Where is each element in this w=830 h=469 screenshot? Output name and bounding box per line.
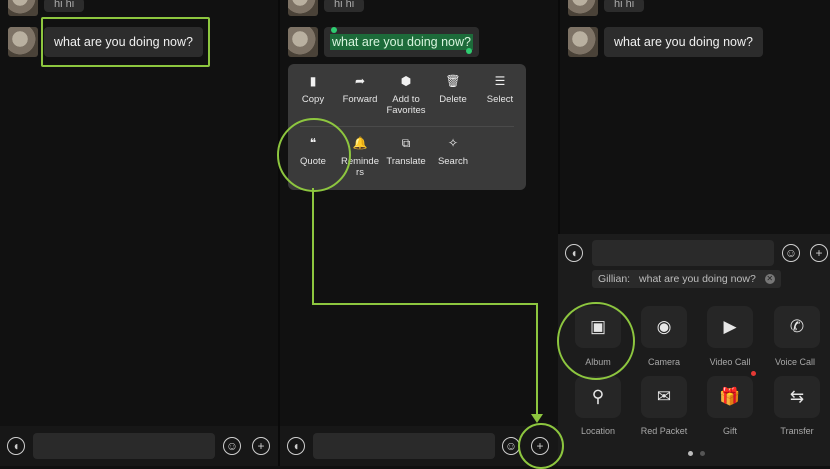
translate-icon: ⧉ xyxy=(401,136,411,150)
forward-icon: ➦ xyxy=(354,74,366,88)
red-packet-label: Red Packet xyxy=(640,426,688,436)
message-bubble-selected[interactable]: what are you doing now? xyxy=(324,27,479,57)
transfer-label: Transfer xyxy=(780,426,814,436)
menu-item-forward[interactable]: ➦ Forward xyxy=(336,74,384,105)
avatar[interactable] xyxy=(568,27,598,57)
emoji-icon[interactable]: ☺ xyxy=(782,244,800,262)
voice-icon[interactable]: ◖ xyxy=(287,437,305,455)
transfer-button[interactable]: ⇆ xyxy=(774,376,820,418)
plus-icon[interactable]: + xyxy=(252,437,270,455)
avatar[interactable] xyxy=(288,27,318,57)
video-call-label: Video Call xyxy=(709,357,751,367)
trash-icon: 🗑 xyxy=(445,74,461,88)
menu-item-delete[interactable]: 🗑 Delete xyxy=(429,74,477,105)
avatar[interactable] xyxy=(8,0,38,16)
location-pin-icon: ⚲ xyxy=(591,387,605,406)
selection-handle-end[interactable] xyxy=(466,48,472,54)
message-bubble[interactable]: what are you doing now? xyxy=(604,27,763,57)
menu-item-select[interactable]: ☰ Select xyxy=(476,74,524,105)
menu-item-add-to-favorites[interactable]: ⬢ Add to Favorites xyxy=(382,74,430,116)
camera-icon: ◉ xyxy=(656,317,672,336)
message-bubble-partial[interactable]: hi hi xyxy=(324,0,365,12)
message-input[interactable] xyxy=(33,433,215,459)
video-call-icon: ▶ xyxy=(723,317,737,336)
camera-button[interactable]: ◉ xyxy=(641,306,687,348)
voice-icon[interactable]: ◖ xyxy=(565,244,583,262)
close-quote-icon[interactable]: ✕ xyxy=(764,274,775,285)
red-packet-button[interactable]: ✉ xyxy=(641,376,687,418)
page-indicator-active[interactable] xyxy=(688,451,693,456)
voice-call-button[interactable]: ✆ xyxy=(774,306,820,348)
quote-sender: Gillian: xyxy=(598,273,631,285)
favorites-cube-icon: ⬢ xyxy=(400,74,412,88)
chat-panel-1: hi hi what are you doing now? ◖ ☺ + xyxy=(0,0,278,466)
message-bubble-partial[interactable]: hi hi xyxy=(604,0,645,12)
avatar[interactable] xyxy=(568,0,598,16)
phone-icon: ✆ xyxy=(789,317,805,336)
gift-icon: 🎁 xyxy=(719,387,741,406)
highlight-circle-album xyxy=(557,302,635,380)
avatar[interactable] xyxy=(8,27,38,57)
select-list-icon: ☰ xyxy=(494,74,506,88)
highlight-circle-plus xyxy=(518,423,564,469)
selected-text[interactable]: what are you doing now? xyxy=(330,34,473,50)
voice-icon[interactable]: ◖ xyxy=(7,437,25,455)
message-input[interactable] xyxy=(592,240,774,266)
location-label: Location xyxy=(580,426,616,436)
transfer-icon: ⇆ xyxy=(789,387,805,406)
menu-item-copy[interactable]: ▮ Copy xyxy=(289,74,337,105)
gift-label: Gift xyxy=(722,426,737,436)
red-packet-icon: ✉ xyxy=(656,387,672,406)
search-sparkle-icon: ✧ xyxy=(447,136,459,150)
plus-icon[interactable]: + xyxy=(810,244,828,262)
quote-preview: Gillian: what are you doing now? ✕ xyxy=(592,270,781,288)
menu-item-search[interactable]: ✧ Search xyxy=(429,136,477,167)
avatar[interactable] xyxy=(288,0,318,16)
page-indicator[interactable] xyxy=(700,451,705,456)
notification-badge xyxy=(751,371,756,376)
menu-item-translate[interactable]: ⧉ Translate xyxy=(382,136,430,167)
copy-icon: ▮ xyxy=(309,74,317,88)
emoji-icon[interactable]: ☺ xyxy=(223,437,241,455)
input-bar: ◖ ☺ + xyxy=(0,426,278,466)
highlight-box xyxy=(41,17,210,67)
quote-text: what are you doing now? xyxy=(639,273,756,285)
highlight-circle-quote xyxy=(277,118,351,192)
location-button[interactable]: ⚲ xyxy=(575,376,621,418)
gift-button[interactable]: 🎁 xyxy=(707,376,753,418)
input-bar: ◖ ☺ + xyxy=(280,426,558,466)
message-bubble-partial[interactable]: hi hi xyxy=(44,0,85,12)
message-input[interactable] xyxy=(313,433,495,459)
voice-call-label: Voice Call xyxy=(774,357,816,367)
video-call-button[interactable]: ▶ xyxy=(707,306,753,348)
camera-label: Camera xyxy=(647,357,680,367)
selection-handle-start[interactable] xyxy=(331,27,337,33)
